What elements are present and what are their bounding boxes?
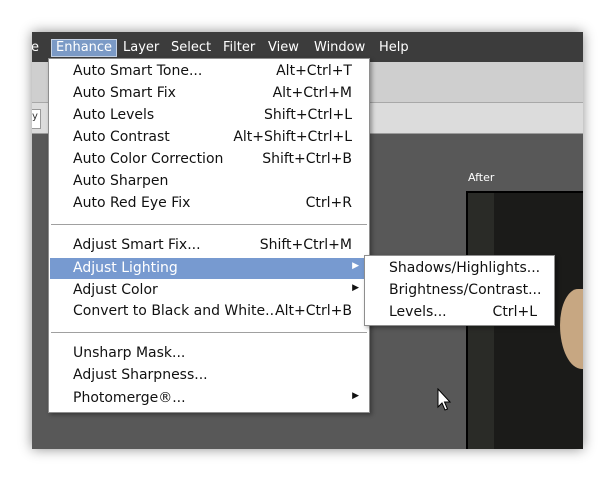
menu-window[interactable]: Window (314, 40, 365, 56)
menu-item-auto-color-correction[interactable]: Auto Color Correction Shift+Ctrl+B (50, 149, 368, 170)
enhance-menu: Auto Smart Tone... Alt+Ctrl+T Auto Smart… (48, 58, 370, 413)
menu-item-auto-sharpen[interactable]: Auto Sharpen (50, 171, 368, 192)
menu-item-auto-red-eye-fix[interactable]: Auto Red Eye Fix Ctrl+R (50, 193, 368, 214)
menu-item-label: Unsharp Mask... (73, 345, 186, 361)
menu-item-label: Photomerge®... (73, 390, 186, 406)
menu-item-shortcut: Alt+Ctrl+T (276, 63, 352, 79)
menu-item-label: Auto Smart Fix (73, 85, 176, 101)
submenu-arrow-icon: ▶ (352, 283, 359, 293)
menu-item-shadows-highlights[interactable]: Shadows/Highlights... (366, 258, 553, 279)
menu-item-shortcut: Shift+Ctrl+B (262, 151, 352, 167)
photo-subject (560, 289, 583, 369)
menu-item-convert-bw[interactable]: Convert to Black and White... Alt+Ctrl+B (50, 301, 368, 322)
menu-item-label: Auto Contrast (73, 129, 170, 145)
menu-item-unsharp-mask[interactable]: Unsharp Mask... (50, 343, 368, 364)
menu-item-shortcut: Ctrl+L (492, 304, 537, 320)
menu-item-label: Auto Smart Tone... (73, 63, 203, 79)
menu-item-label: Adjust Lighting (73, 260, 178, 276)
menu-item-adjust-smart-fix[interactable]: Adjust Smart Fix... Shift+Ctrl+M (50, 235, 368, 256)
menu-item-label: Shadows/Highlights... (389, 260, 541, 276)
menu-file-fragment[interactable]: e (32, 40, 39, 56)
menu-item-label: Adjust Color (73, 282, 158, 298)
mouse-cursor-icon (437, 388, 452, 411)
menu-item-label: Brightness/Contrast... (389, 282, 542, 298)
menu-separator (51, 332, 367, 333)
menu-item-adjust-lighting[interactable]: Adjust Lighting ▶ (50, 258, 368, 279)
submenu-arrow-icon: ▶ (352, 391, 359, 401)
menu-item-auto-smart-tone[interactable]: Auto Smart Tone... Alt+Ctrl+T (50, 61, 368, 82)
menu-item-adjust-sharpness[interactable]: Adjust Sharpness... (50, 365, 368, 386)
menu-item-levels[interactable]: Levels... Ctrl+L (366, 302, 553, 323)
menu-item-auto-contrast[interactable]: Auto Contrast Alt+Shift+Ctrl+L (50, 127, 368, 148)
menu-item-label: Convert to Black and White... (73, 303, 279, 319)
menu-item-label: Auto Sharpen (73, 173, 169, 189)
menu-view[interactable]: View (268, 40, 299, 56)
menu-item-label: Adjust Smart Fix... (73, 237, 201, 253)
menu-item-adjust-color[interactable]: Adjust Color ▶ (50, 280, 368, 301)
menu-item-label: Adjust Sharpness... (73, 367, 208, 383)
menu-filter[interactable]: Filter (223, 40, 255, 56)
menu-item-auto-levels[interactable]: Auto Levels Shift+Ctrl+L (50, 105, 368, 126)
menu-item-shortcut: Alt+Shift+Ctrl+L (233, 129, 352, 145)
menu-item-shortcut: Alt+Ctrl+B (275, 303, 352, 319)
toolbar-field-text: y (32, 111, 38, 122)
toolbar-field[interactable]: y (32, 109, 41, 129)
menu-layer[interactable]: Layer (123, 40, 159, 56)
menu-item-shortcut: Shift+Ctrl+L (264, 107, 352, 123)
menu-item-label: Levels... (389, 304, 447, 320)
menu-enhance[interactable]: Enhance (51, 39, 118, 57)
after-label: After (468, 171, 495, 184)
menu-help[interactable]: Help (379, 40, 409, 56)
menu-item-label: Auto Red Eye Fix (73, 195, 191, 211)
adjust-lighting-submenu: Shadows/Highlights... Brightness/Contras… (364, 255, 555, 326)
menu-item-shortcut: Ctrl+R (305, 195, 352, 211)
menu-item-label: Auto Levels (73, 107, 155, 123)
menu-item-brightness-contrast[interactable]: Brightness/Contrast... (366, 280, 553, 301)
menu-item-auto-smart-fix[interactable]: Auto Smart Fix Alt+Ctrl+M (50, 83, 368, 104)
menu-item-shortcut: Alt+Ctrl+M (272, 85, 352, 101)
menu-item-photomerge[interactable]: Photomerge®... ▶ (50, 388, 368, 409)
menu-item-shortcut: Shift+Ctrl+M (259, 237, 352, 253)
menu-select[interactable]: Select (171, 40, 211, 56)
submenu-arrow-icon: ▶ (352, 261, 359, 271)
menu-separator (51, 224, 367, 225)
menu-item-label: Auto Color Correction (73, 151, 224, 167)
